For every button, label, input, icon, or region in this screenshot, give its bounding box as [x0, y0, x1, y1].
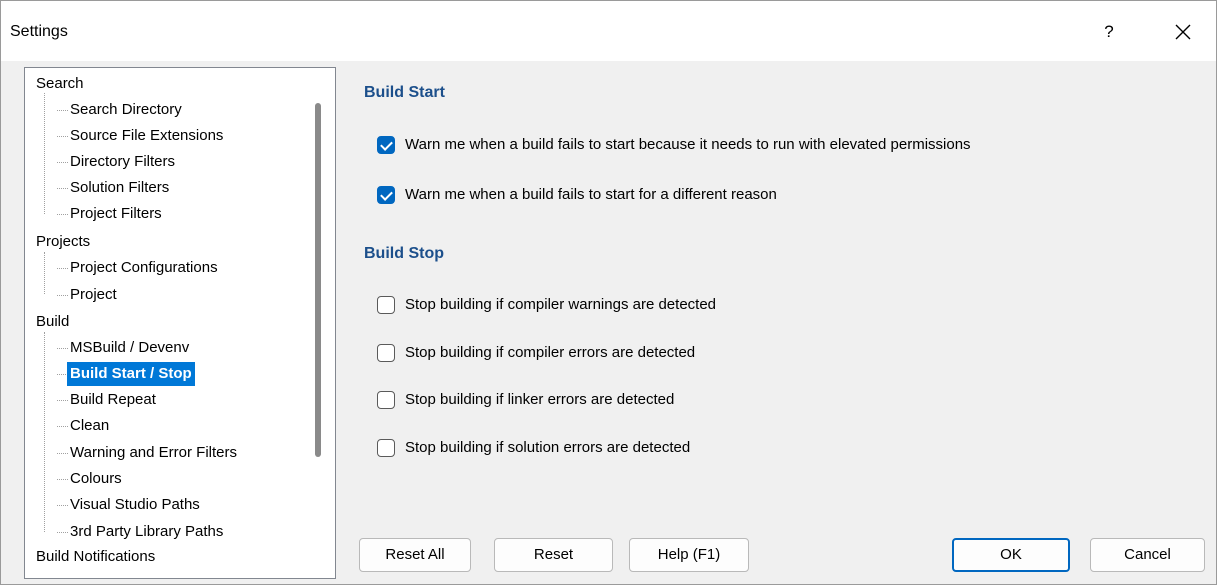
build-stop-heading: Build Stop [364, 245, 444, 262]
tree-connector [44, 93, 45, 214]
checkbox-unchecked[interactable] [377, 296, 395, 314]
help-button[interactable]: ? [1089, 17, 1129, 47]
tree-item-3rd-party-library-paths[interactable]: 3rd Party Library Paths [57, 520, 223, 544]
tree-item-source-file-extensions[interactable]: Source File Extensions [57, 124, 223, 148]
tree-item-project[interactable]: Project [57, 283, 117, 307]
settings-tree[interactable]: Search Search Directory Source File Exte… [24, 67, 336, 579]
tree-item-search[interactable]: Search [36, 72, 84, 96]
tree-scrollbar-thumb[interactable] [315, 103, 321, 457]
cancel-button[interactable]: Cancel [1090, 538, 1205, 572]
tree-item-clean[interactable]: Clean [57, 414, 109, 438]
tree-item-directory-filters[interactable]: Directory Filters [57, 150, 175, 174]
tree-item-build[interactable]: Build [36, 310, 69, 334]
build-start-heading: Build Start [364, 84, 445, 101]
checkbox-unchecked[interactable] [377, 344, 395, 362]
checkbox-checked[interactable] [377, 136, 395, 154]
tree-item-project-filters[interactable]: Project Filters [57, 202, 162, 226]
title-bar: Settings ? [1, 1, 1216, 61]
close-icon[interactable] [1161, 15, 1205, 49]
tree-item-solution-filters[interactable]: Solution Filters [57, 176, 169, 200]
tree-item-search-directory[interactable]: Search Directory [57, 98, 182, 122]
ok-button[interactable]: OK [952, 538, 1070, 572]
tree-item-colours[interactable]: Colours [57, 467, 122, 491]
tree-item-build-repeat[interactable]: Build Repeat [57, 388, 156, 412]
tree-connector [44, 332, 45, 532]
help-f1-button[interactable]: Help (F1) [629, 538, 749, 572]
window-title: Settings [10, 23, 68, 40]
tree-item-build-notifications[interactable]: Build Notifications [36, 545, 155, 569]
tree-item-msbuild-devenv[interactable]: MSBuild / Devenv [57, 336, 189, 360]
checkbox-unchecked[interactable] [377, 391, 395, 409]
checkbox-unchecked[interactable] [377, 439, 395, 457]
reset-button[interactable]: Reset [494, 538, 613, 572]
tree-item-selected-label: Build Start / Stop [67, 362, 195, 386]
reset-all-button[interactable]: Reset All [359, 538, 471, 572]
checkbox-checked[interactable] [377, 186, 395, 204]
tree-item-warning-error-filters[interactable]: Warning and Error Filters [57, 441, 237, 465]
tree-connector [44, 252, 45, 294]
settings-dialog: Settings ? Search Search Directory Sourc… [0, 0, 1217, 585]
tree-item-projects[interactable]: Projects [36, 230, 90, 254]
tree-item-visual-studio-paths[interactable]: Visual Studio Paths [57, 493, 200, 517]
tree-item-project-configurations[interactable]: Project Configurations [57, 256, 218, 280]
